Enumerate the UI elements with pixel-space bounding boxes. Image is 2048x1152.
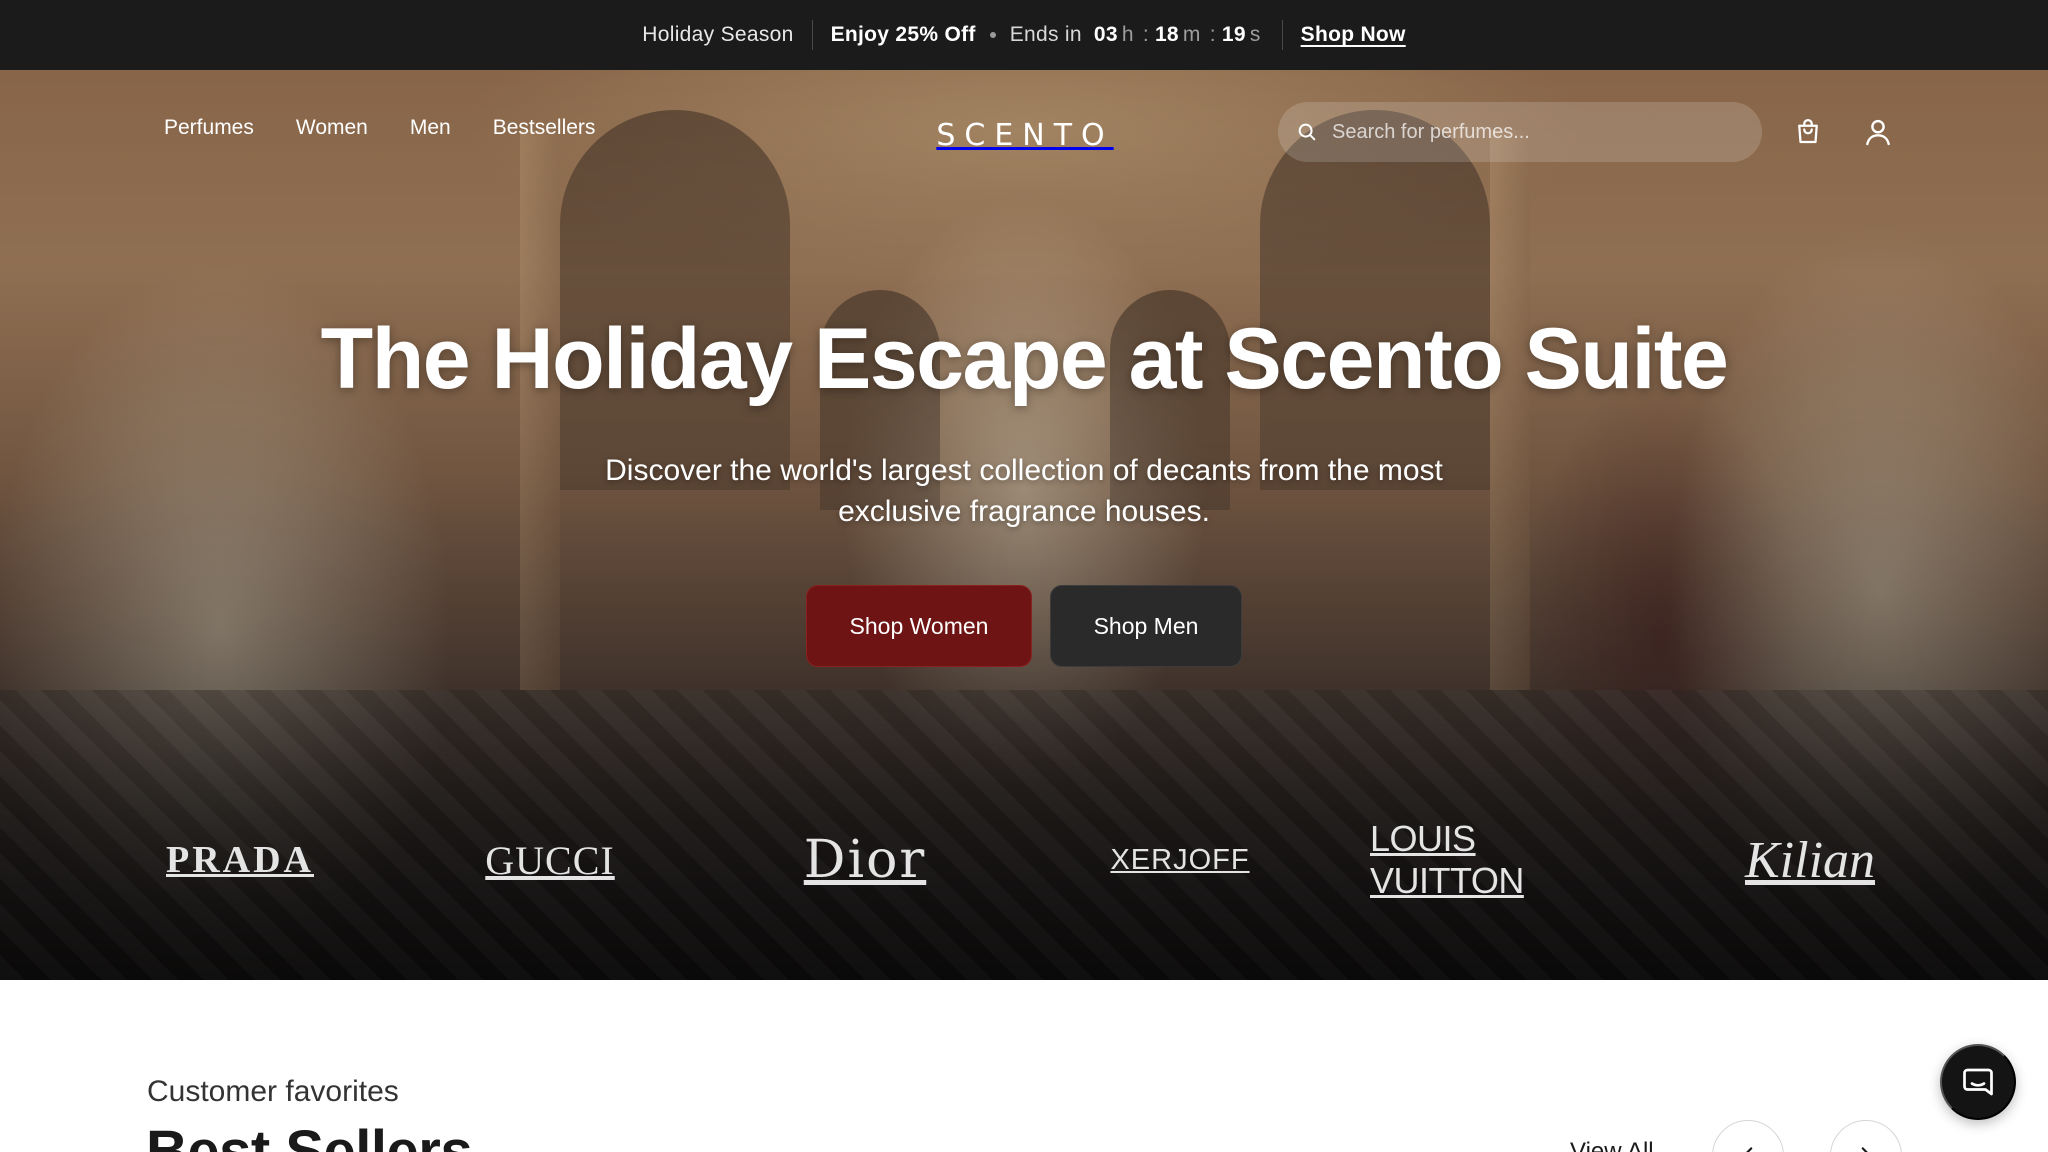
countdown-hours-unit: h <box>1121 23 1134 46</box>
shopping-bag-icon <box>1798 119 1818 144</box>
promo-divider <box>1281 20 1283 50</box>
hero-banner: Perfumes Women Men Bestsellers SCENTO Th… <box>0 70 2048 980</box>
brand-logo-kilian[interactable]: Kilian <box>1735 820 1885 900</box>
nav-link-women[interactable]: Women <box>296 116 368 140</box>
promo-bar: Holiday Season Enjoy 25% Off Ends in 03 … <box>0 0 2048 70</box>
countdown-hours: 03 <box>1093 23 1118 46</box>
countdown-colon: : <box>1142 23 1149 46</box>
countdown-colon: : <box>1209 23 1216 46</box>
cart-button[interactable] <box>1788 112 1828 152</box>
hero-headline: The Holiday Escape at Scento Suite <box>320 311 1729 407</box>
promo-season: Holiday Season <box>642 23 794 46</box>
carousel-next-button[interactable] <box>1830 1120 1902 1152</box>
site-logo[interactable]: SCENTO <box>900 112 1150 158</box>
countdown-seconds: 19 <box>1221 23 1246 46</box>
brand-logo-prada[interactable]: PRADA <box>150 820 330 900</box>
countdown-minutes-unit: m <box>1182 23 1201 46</box>
chat-button[interactable] <box>1940 1044 2016 1120</box>
view-all-link[interactable]: View All <box>1570 1138 1654 1152</box>
countdown-label: Ends in <box>1009 23 1082 46</box>
nav-link-bestsellers[interactable]: Bestsellers <box>493 116 596 140</box>
shop-men-button[interactable]: Shop Men <box>1050 585 1242 667</box>
shop-women-button[interactable]: Shop Women <box>806 585 1032 667</box>
chevron-right-icon <box>1861 1147 1868 1152</box>
nav-link-perfumes[interactable]: Perfumes <box>164 116 254 140</box>
hero-subheadline: Discover the world's largest collection … <box>605 454 1443 528</box>
brand-logo-louis-vuitton[interactable]: LOUIS VUITTON <box>1370 818 1610 901</box>
countdown-minutes: 18 <box>1154 23 1179 46</box>
chat-icon <box>1963 1068 1993 1096</box>
search-icon <box>1298 123 1316 141</box>
logo-text: SCENTO <box>936 117 1114 153</box>
promo-dot <box>989 32 996 38</box>
countdown-seconds-unit: s <box>1249 23 1261 46</box>
brand-logo-gucci[interactable]: GUCCI <box>470 820 630 900</box>
shop-now-link[interactable]: Shop Now <box>1301 23 1406 47</box>
brand-logo-strip: PRADA GUCCI Dior XERJOFF LOUIS VUITTON K… <box>0 818 2048 901</box>
section-title: Best Sellers <box>146 1119 473 1152</box>
main-nav: Perfumes Women Men Bestsellers <box>164 116 595 140</box>
nav-link-men[interactable]: Men <box>410 116 451 140</box>
carousel-prev-button[interactable] <box>1712 1120 1784 1152</box>
brand-logo-dior[interactable]: Dior <box>795 820 935 900</box>
promo-divider <box>811 20 813 50</box>
search-input[interactable] <box>1332 120 1732 144</box>
chevron-left-icon <box>1746 1147 1753 1152</box>
section-kicker: Customer favorites <box>147 1075 399 1108</box>
user-icon <box>1866 119 1890 146</box>
brand-logo-xerjoff[interactable]: XERJOFF <box>1110 820 1250 900</box>
search-bar[interactable] <box>1278 102 1762 162</box>
promo-offer: Enjoy 25% Off <box>830 23 976 46</box>
account-button[interactable] <box>1858 112 1898 152</box>
